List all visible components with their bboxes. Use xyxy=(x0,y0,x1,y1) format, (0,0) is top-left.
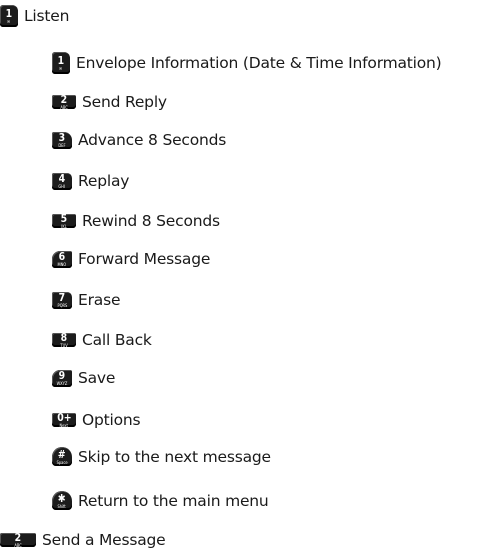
item-label: Erase xyxy=(78,291,121,309)
key-pound-icon: # Space xyxy=(52,447,72,466)
key-4-icon: 4 GHI xyxy=(52,172,72,190)
menu-item-replay: 4 GHI Replay xyxy=(52,172,129,190)
menu-item-forward-message: 6 MNO Forward Message xyxy=(52,250,210,268)
menu-item-save: 9 WXYZ Save xyxy=(52,369,115,387)
menu-item-erase: 7 PQRS Erase xyxy=(52,291,120,309)
item-label: Forward Message xyxy=(78,250,211,268)
key-star-icon: ✱ Shift xyxy=(52,491,72,510)
item-label: Envelope Information (Date & Time Inform… xyxy=(76,54,442,72)
item-label: Send a Message xyxy=(42,531,166,549)
key-0-icon: 0+ Next xyxy=(52,412,76,428)
item-label: Call Back xyxy=(82,331,152,349)
item-label: Replay xyxy=(78,172,130,190)
item-label: Return to the main menu xyxy=(78,491,269,510)
item-label: Listen xyxy=(24,7,70,25)
key-5-icon: 5 JKL xyxy=(52,213,76,229)
key-6-icon: 6 MNO xyxy=(52,250,72,268)
menu-item-envelope-information: 1 ✉ Envelope Information (Date & Time Inf… xyxy=(52,52,442,74)
key-1-icon: 1 ✉ xyxy=(52,52,70,74)
item-label: Options xyxy=(82,411,141,429)
item-label: Rewind 8 Seconds xyxy=(82,212,220,230)
menu-item-rewind-8-seconds: 5 JKL Rewind 8 Seconds xyxy=(52,212,220,230)
item-label: Send Reply xyxy=(82,93,167,111)
key-7-icon: 7 PQRS xyxy=(52,291,72,309)
menu-item-listen: 1 ✉ Listen xyxy=(0,5,69,27)
menu-item-send-a-message: 2 ABC Send a Message xyxy=(0,531,166,549)
key-2-icon: 2 ABC xyxy=(52,94,76,110)
menu-item-return-to-main-menu: ✱ Shift Return to the main menu xyxy=(52,491,269,510)
menu-item-send-reply: 2 ABC Send Reply xyxy=(52,93,167,111)
key-3-icon: 3 DEF xyxy=(52,131,72,149)
menu-item-advance-8-seconds: 3 DEF Advance 8 Seconds xyxy=(52,131,226,149)
key-1-icon: 1 ✉ xyxy=(0,5,18,27)
menu-item-call-back: 8 TUV Call Back xyxy=(52,331,152,349)
key-8-icon: 8 TUV xyxy=(52,332,76,348)
key-9-icon: 9 WXYZ xyxy=(52,369,72,387)
item-label: Advance 8 Seconds xyxy=(78,131,227,149)
menu-item-skip-to-next-message: # Space Skip to the next message xyxy=(52,447,271,466)
item-label: Skip to the next message xyxy=(78,447,271,466)
item-label: Save xyxy=(78,369,116,387)
menu-item-options: 0+ Next Options xyxy=(52,411,141,429)
key-2-icon: 2 ABC xyxy=(0,532,36,548)
